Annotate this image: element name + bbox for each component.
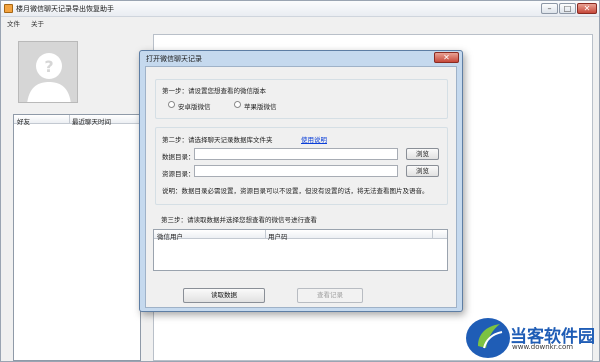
user-placeholder-icon: ? <box>19 42 77 102</box>
friend-list-header: 好友 最近聊天时间 <box>14 115 140 126</box>
radio-ios[interactable] <box>234 101 241 108</box>
col-header-last-chat[interactable]: 最近聊天时间 <box>72 116 111 126</box>
radio-android-label[interactable]: 安卓版微信 <box>178 101 211 111</box>
column-divider <box>265 230 266 239</box>
data-dir-input[interactable] <box>194 148 398 160</box>
radio-ios-label[interactable]: 苹果版微信 <box>244 101 277 111</box>
column-divider <box>432 230 433 239</box>
dialog-close-button[interactable]: ✕ <box>434 52 459 63</box>
resource-dir-input[interactable] <box>194 165 398 177</box>
help-link[interactable]: 使用说明 <box>301 134 327 144</box>
menu-file[interactable]: 文件 <box>7 18 20 28</box>
resource-dir-label: 资源目录： <box>162 170 195 178</box>
dialog-body: 第一步：请设置您想查看的微信版本 安卓版微信 苹果版微信 第二步：请选择聊天记录… <box>145 66 457 308</box>
col-header-friend[interactable]: 好友 <box>17 116 30 126</box>
step2-title: 第二步：请选择聊天记录数据库文件夹 <box>162 136 273 144</box>
close-button[interactable]: ✕ <box>577 3 597 14</box>
step1-title: 第一步：请设置您想查看的微信版本 <box>162 87 266 95</box>
step3-title: 第三步：请读取数据并选择您想查看的微信号进行查看 <box>161 216 317 224</box>
read-data-button[interactable]: 读取数据 <box>183 288 265 303</box>
friend-list[interactable]: 好友 最近聊天时间 <box>13 114 141 361</box>
wechat-user-list[interactable]: 微信用户 用户码 <box>153 229 448 271</box>
step2-note: 说明：数据目录必需设置，资源目录可以不设置，但没有设置的话，将无法查看图片及语音… <box>162 187 429 195</box>
watermark-url: www.downkr.com <box>512 343 574 351</box>
step2-group: 第二步：请选择聊天记录数据库文件夹 使用说明 数据目录： 浏览 资源目录： 浏览… <box>155 127 448 205</box>
radio-android[interactable] <box>168 101 175 108</box>
data-dir-label: 数据目录： <box>162 153 195 161</box>
open-chat-dialog: 打开微信聊天记录 ✕ 第一步：请设置您想查看的微信版本 安卓版微信 苹果版微信 … <box>139 50 463 312</box>
dialog-title: 打开微信聊天记录 <box>146 55 202 63</box>
app-icon <box>4 4 13 13</box>
menu-about[interactable]: 关于 <box>31 18 44 28</box>
main-window-title: 楼月微信聊天记录导出恢复助手 <box>16 5 114 13</box>
svg-text:?: ? <box>44 57 53 76</box>
minimize-button[interactable]: – <box>541 3 558 14</box>
avatar: ? <box>18 41 78 103</box>
menu-bar: 文件 关于 <box>1 17 599 28</box>
wechat-user-list-header: 微信用户 用户码 <box>154 230 447 241</box>
maximize-button[interactable]: □ <box>559 3 576 14</box>
step1-group: 第一步：请设置您想查看的微信版本 安卓版微信 苹果版微信 <box>155 79 448 119</box>
col-header-wechat-user[interactable]: 微信用户 <box>157 231 183 241</box>
col-header-user-code[interactable]: 用户码 <box>268 231 288 241</box>
column-divider <box>69 115 70 124</box>
browse-resource-dir-button[interactable]: 浏览 <box>406 165 439 177</box>
view-records-button[interactable]: 查看记录 <box>297 288 363 303</box>
main-title-bar: 楼月微信聊天记录导出恢复助手 – □ ✕ <box>1 1 599 17</box>
browse-data-dir-button[interactable]: 浏览 <box>406 148 439 160</box>
